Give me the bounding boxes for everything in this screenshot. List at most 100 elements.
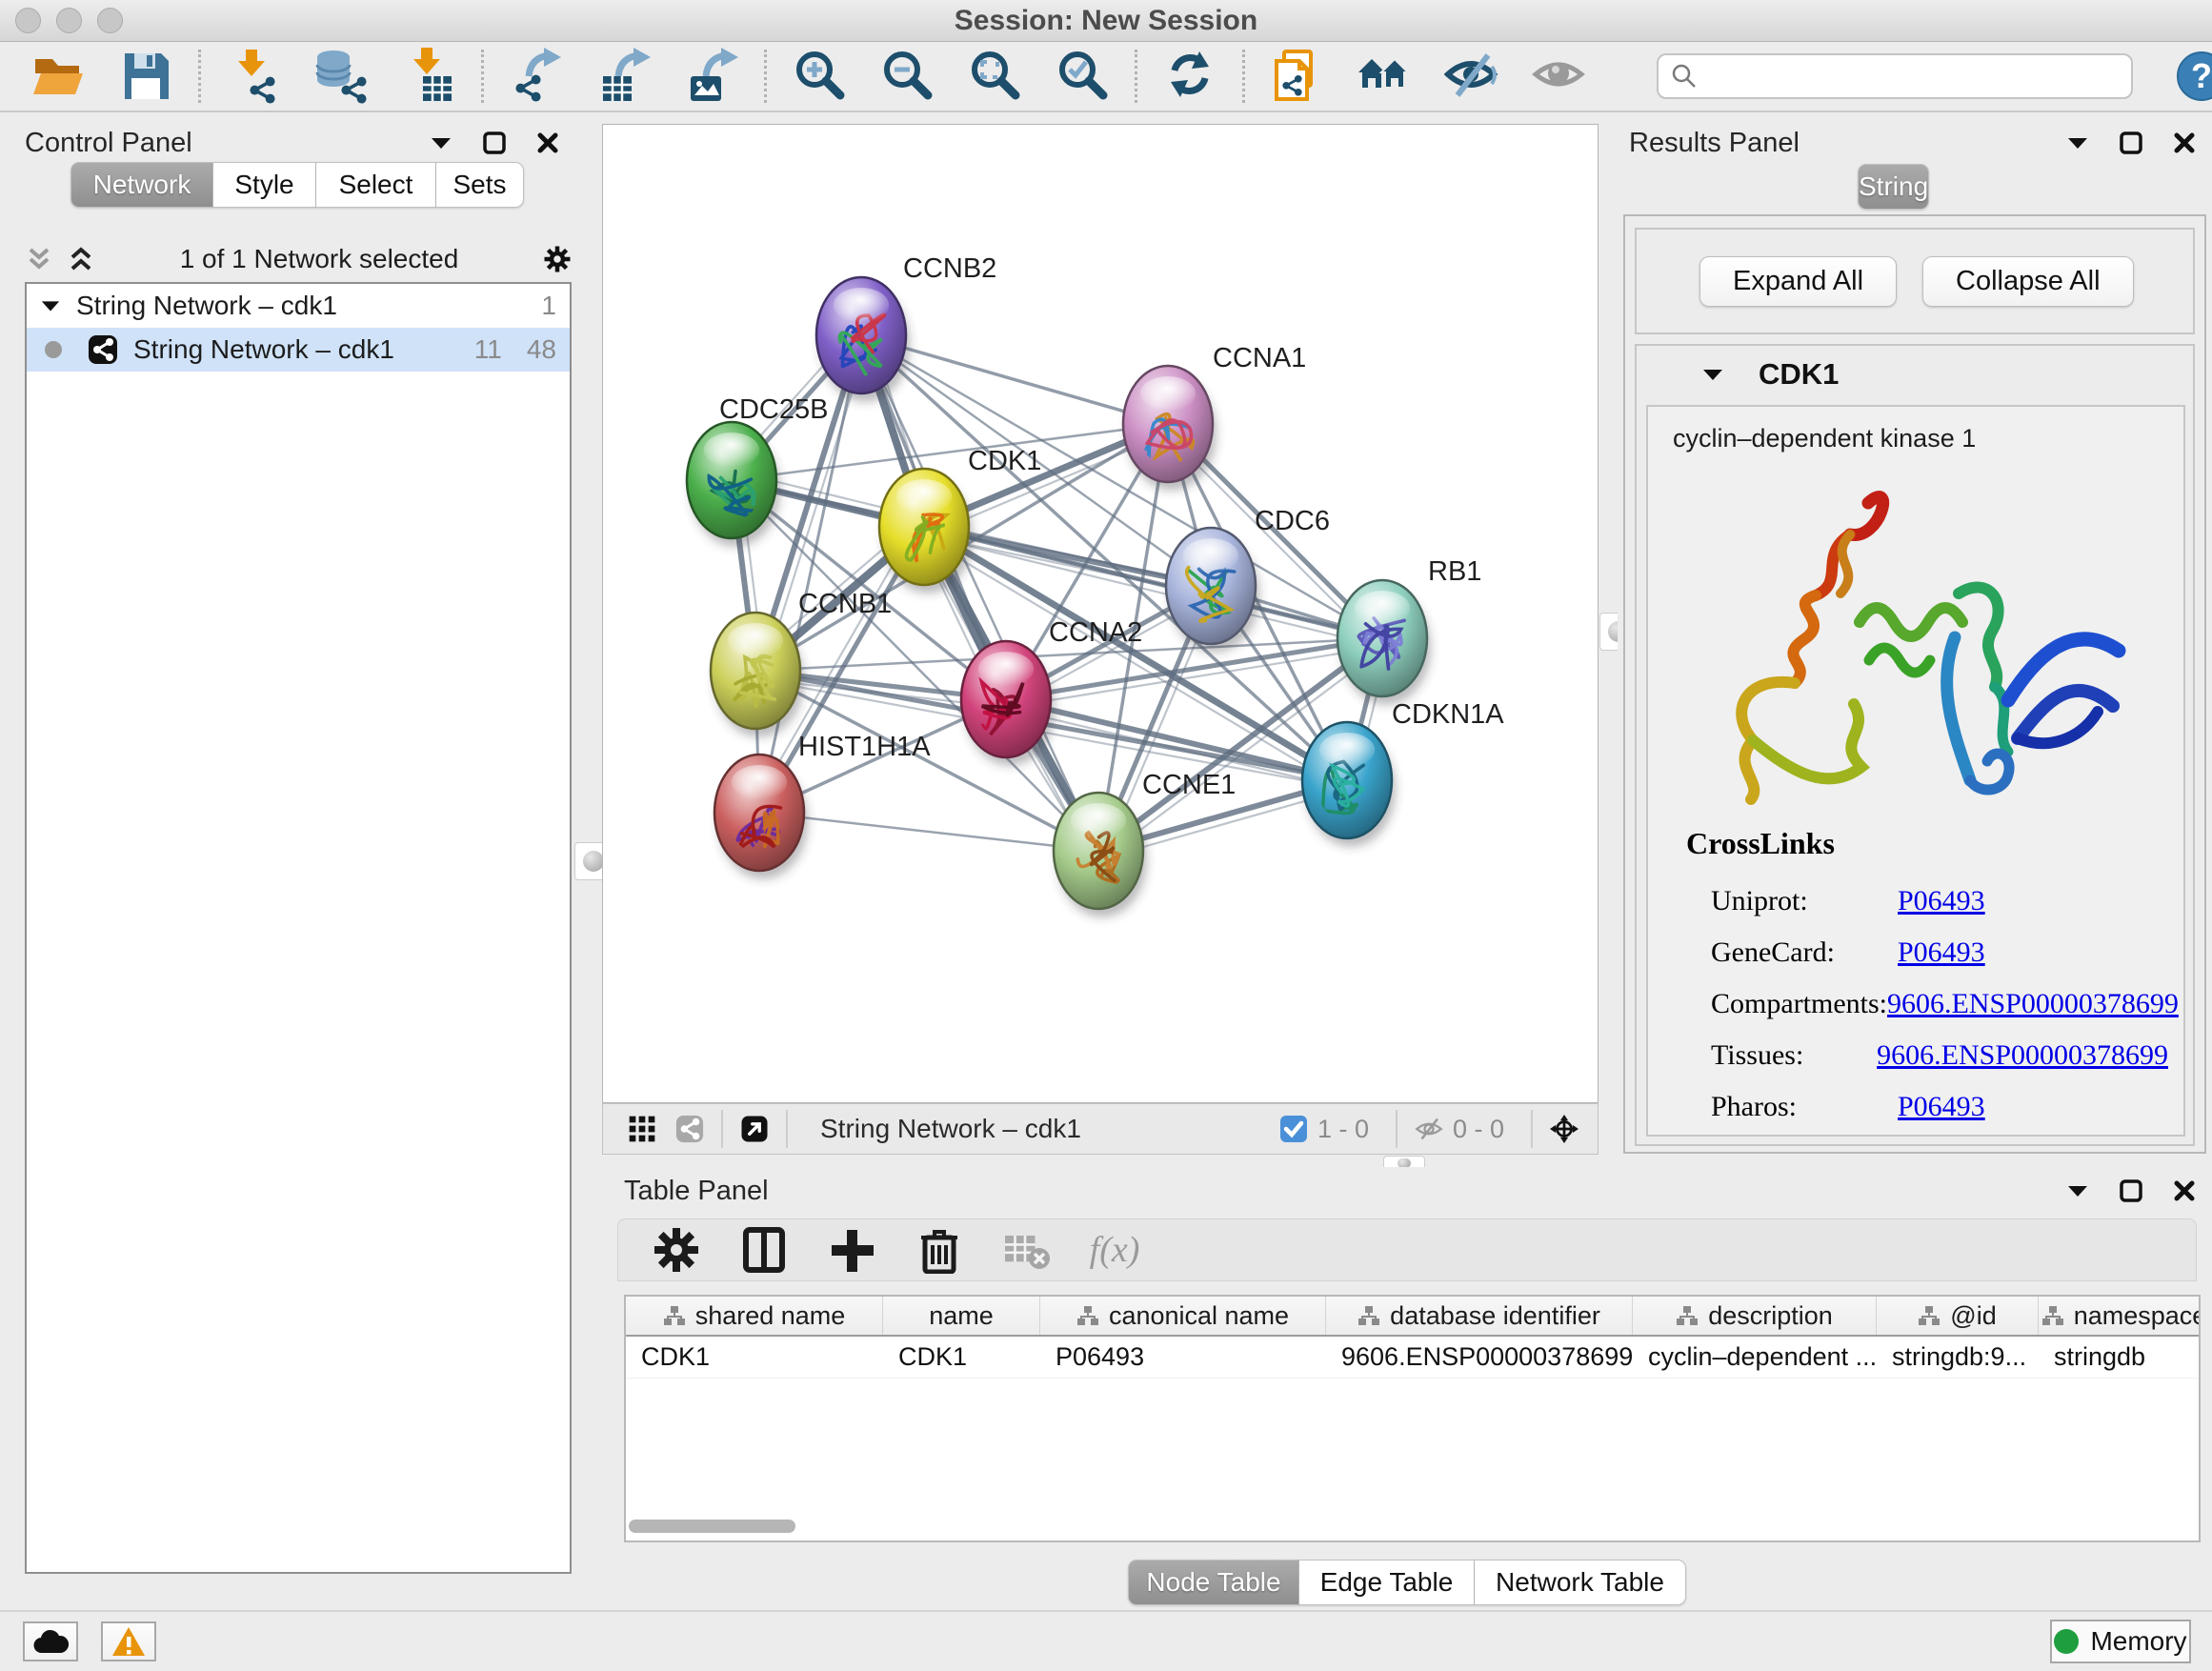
network-node-CDKN1A[interactable] xyxy=(1302,722,1396,847)
hide-selected-button[interactable] xyxy=(1443,47,1502,106)
table-cell[interactable]: CDK1 xyxy=(883,1337,1040,1378)
table-cell[interactable]: 9606.ENSP00000378699 xyxy=(1326,1337,1633,1378)
minimize-window-icon[interactable] xyxy=(56,8,82,33)
export-table-button[interactable] xyxy=(594,47,654,106)
table-horizontal-scrollbar[interactable] xyxy=(629,1520,2191,1533)
export-network-button[interactable] xyxy=(507,47,566,106)
show-all-button[interactable] xyxy=(1531,47,1590,106)
collapse-panel-icon[interactable] xyxy=(427,129,455,157)
float-panel-icon[interactable] xyxy=(480,129,509,157)
cloud-status-button[interactable] xyxy=(23,1621,78,1661)
tab-network-table[interactable]: Network Table xyxy=(1475,1560,1686,1605)
column-header-namespace[interactable]: namespace xyxy=(2039,1297,2201,1335)
network-node-HIST1H1A[interactable] xyxy=(714,755,808,879)
close-panel-icon[interactable] xyxy=(533,129,562,157)
column-header-id[interactable]: @id xyxy=(1877,1297,2039,1335)
table-cell[interactable]: CDK1 xyxy=(626,1337,883,1378)
collapse-tree-icon[interactable] xyxy=(67,245,95,273)
import-network-file-button[interactable] xyxy=(224,47,283,106)
column-header-databaseidentifier[interactable]: database identifier xyxy=(1326,1297,1633,1335)
table-cell[interactable]: cyclin–dependent ... xyxy=(1633,1337,1877,1378)
network-edge[interactable] xyxy=(759,813,1098,851)
network-node-CDC6[interactable] xyxy=(1166,528,1259,653)
refresh-button[interactable] xyxy=(1160,47,1219,106)
collapse-table-panel-icon[interactable] xyxy=(2063,1177,2092,1205)
crosslink-link[interactable]: P06493 xyxy=(1898,1091,1985,1123)
table-settings-button[interactable] xyxy=(653,1226,700,1274)
network-options-gear-icon[interactable] xyxy=(543,245,572,273)
crosslink-link[interactable]: 9606.ENSP00000378699 xyxy=(1887,988,2179,1020)
status-bar: Memory xyxy=(0,1610,2212,1671)
birds-eye-view-icon[interactable] xyxy=(628,1115,656,1143)
column-header-name[interactable]: name xyxy=(883,1297,1040,1335)
zoom-fit-button[interactable] xyxy=(965,47,1024,106)
export-image-button[interactable] xyxy=(682,47,741,106)
close-results-icon[interactable] xyxy=(2170,129,2199,157)
table-row[interactable]: CDK1CDK1P064939606.ENSP00000378699cyclin… xyxy=(626,1337,2199,1379)
maximize-window-icon[interactable] xyxy=(97,8,123,33)
string-view-badge-icon[interactable] xyxy=(675,1115,704,1143)
delete-column-button[interactable] xyxy=(915,1226,963,1274)
open-session-button[interactable] xyxy=(29,47,88,106)
tab-sets[interactable]: Sets xyxy=(436,162,524,208)
tab-node-table[interactable]: Node Table xyxy=(1128,1560,1299,1605)
zoom-selected-button[interactable] xyxy=(1053,47,1112,106)
save-session-button[interactable] xyxy=(116,47,175,106)
float-results-icon[interactable] xyxy=(2117,129,2145,157)
tab-network[interactable]: Network xyxy=(70,162,213,208)
column-header-canonicalname[interactable]: canonical name xyxy=(1040,1297,1326,1335)
tab-edge-table[interactable]: Edge Table xyxy=(1299,1560,1475,1605)
column-header-description[interactable]: description xyxy=(1633,1297,1877,1335)
network-edge[interactable] xyxy=(922,534,1380,646)
tab-string[interactable]: String xyxy=(1858,164,1929,210)
network-node-CCNA2[interactable] xyxy=(961,641,1055,766)
network-node-CDK1[interactable] xyxy=(879,469,973,594)
network-canvas[interactable]: CCNB2CCNA1CDC25BCDK1CDC6RB1CCNB1CCNA2CDK… xyxy=(602,124,1599,1103)
collapse-all-button[interactable]: Collapse All xyxy=(1922,256,2134,307)
import-table-file-button[interactable] xyxy=(399,47,458,106)
network-row-selected[interactable]: String Network – cdk1 11 48 xyxy=(27,328,570,372)
zoom-out-button[interactable] xyxy=(877,47,936,106)
help-button[interactable]: ? xyxy=(2175,47,2212,106)
network-collection-row[interactable]: String Network – cdk1 1 xyxy=(27,284,570,328)
network-node-CCNE1[interactable] xyxy=(1054,793,1147,917)
duplicate-network-button[interactable] xyxy=(1268,47,1327,106)
tab-select[interactable]: Select xyxy=(316,162,436,208)
hidden-eye-icon[interactable] xyxy=(1415,1115,1443,1143)
first-neighbors-button[interactable] xyxy=(1356,47,1415,106)
network-node-RB1[interactable] xyxy=(1337,580,1431,705)
table-cell[interactable]: P06493 xyxy=(1040,1337,1326,1378)
network-node-CCNB2[interactable] xyxy=(816,277,910,402)
open-in-browser-icon[interactable] xyxy=(740,1115,769,1143)
tab-style[interactable]: Style xyxy=(213,162,316,208)
fit-content-crosshair-icon[interactable] xyxy=(1550,1115,1579,1143)
collapse-gene-icon[interactable] xyxy=(1701,367,1724,382)
network-node-CCNA1[interactable] xyxy=(1123,366,1217,491)
column-header-sharedname[interactable]: shared name xyxy=(626,1297,883,1335)
network-node-CCNB1[interactable] xyxy=(711,613,804,737)
warnings-button[interactable] xyxy=(101,1621,156,1661)
search-field[interactable] xyxy=(1657,53,2133,99)
table-cell[interactable]: stringdb:9... xyxy=(1877,1337,2039,1378)
expand-tree-icon[interactable] xyxy=(25,245,53,273)
import-network-database-button[interactable] xyxy=(312,47,371,106)
close-window-icon[interactable] xyxy=(15,8,41,33)
scrollbar-thumb[interactable] xyxy=(629,1520,795,1533)
close-table-panel-icon[interactable] xyxy=(2170,1177,2199,1205)
network-edge[interactable] xyxy=(861,335,1098,851)
crosslink-link[interactable]: 9606.ENSP00000378699 xyxy=(1877,1039,2168,1072)
zoom-in-button[interactable] xyxy=(790,47,849,106)
toolbar-divider xyxy=(1135,50,1137,103)
select-columns-button[interactable] xyxy=(740,1226,788,1274)
search-input[interactable] xyxy=(1708,62,2118,91)
crosslink-link[interactable]: P06493 xyxy=(1898,936,1985,969)
collapse-results-icon[interactable] xyxy=(2063,129,2092,157)
crosslink-link[interactable]: P06493 xyxy=(1898,885,1985,917)
memory-button[interactable]: Memory xyxy=(2050,1620,2191,1663)
selected-checkbox-icon[interactable] xyxy=(1279,1115,1308,1143)
table-cell[interactable]: stringdb xyxy=(2039,1337,2201,1378)
float-table-panel-icon[interactable] xyxy=(2117,1177,2145,1205)
expand-all-button[interactable]: Expand All xyxy=(1699,256,1897,307)
add-column-button[interactable] xyxy=(828,1226,875,1274)
save-session-icon xyxy=(117,48,174,105)
